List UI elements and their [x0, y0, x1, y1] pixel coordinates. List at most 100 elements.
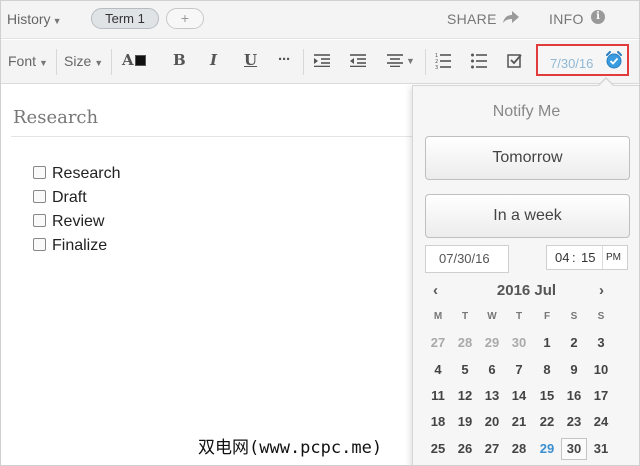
checklist-item-label: Draft — [52, 189, 87, 206]
calendar-day[interactable]: 15 — [534, 385, 560, 407]
calendar-day[interactable]: 23 — [561, 411, 587, 433]
app-window: History ▼ Term 1 + SHARE INFO i Font ▼ Siz… — [0, 0, 640, 466]
weekday-label: S — [597, 311, 605, 322]
calendar-day[interactable]: 13 — [479, 385, 505, 407]
calendar-day[interactable]: 1 — [534, 332, 560, 354]
alarm-clock-icon[interactable] — [605, 51, 623, 69]
calendar-day[interactable]: 3 — [588, 332, 614, 354]
calendar-day[interactable]: 27 — [425, 332, 451, 354]
calendar-day[interactable]: 8 — [534, 359, 560, 381]
calendar-day[interactable]: 9 — [561, 359, 587, 381]
weekday-label: T — [461, 311, 469, 322]
weekday-label: F — [543, 311, 551, 322]
bullet-list-icon[interactable] — [471, 53, 487, 73]
calendar-day[interactable]: 12 — [452, 385, 478, 407]
weekday-label: S — [570, 311, 578, 322]
more-formatting-button[interactable]: ··· — [278, 51, 291, 68]
calendar-day[interactable]: 17 — [588, 385, 614, 407]
checkbox[interactable] — [33, 238, 46, 251]
calendar-day[interactable]: 28 — [506, 438, 532, 460]
calendar-day[interactable]: 28 — [452, 332, 478, 354]
hour-field[interactable]: 04 — [555, 246, 569, 269]
calendar-day[interactable]: 31 — [588, 438, 614, 460]
calendar-day[interactable]: 2 — [561, 332, 587, 354]
font-dropdown[interactable]: Font ▼ — [8, 53, 48, 69]
checkbox[interactable] — [33, 166, 46, 179]
calendar-day[interactable]: 5 — [452, 359, 478, 381]
calendar-day[interactable]: 21 — [506, 411, 532, 433]
checklist-item[interactable]: Finalize — [33, 237, 107, 257]
chevron-down-icon: ▼ — [39, 58, 48, 68]
chevron-down-icon: ▼ — [52, 16, 62, 26]
share-button[interactable]: SHARE — [447, 11, 497, 27]
checkbox-icon[interactable] — [507, 53, 523, 73]
checklist-item-label: Research — [52, 165, 121, 182]
calendar-day[interactable]: 29 — [479, 332, 505, 354]
calendar-day[interactable]: 24 — [588, 411, 614, 433]
weekday-label: T — [515, 311, 523, 322]
checklist-item-label: Review — [52, 213, 105, 230]
checkbox[interactable] — [33, 214, 46, 227]
reminder-date[interactable]: 7/30/16 — [550, 56, 593, 71]
checkbox[interactable] — [33, 190, 46, 203]
notify-title: Notify Me — [492, 103, 561, 120]
history-dropdown[interactable]: History ▼ — [7, 11, 61, 27]
popover-arrow-inner — [598, 79, 614, 87]
watermark: 双电网(www.pcpc.me) — [198, 438, 383, 458]
note-title[interactable]: Research — [13, 107, 98, 128]
time-field[interactable]: 04 : 15 PM — [546, 245, 628, 270]
calendar-day[interactable]: 19 — [452, 411, 478, 433]
toolbar-divider — [425, 49, 426, 75]
tab-term-1[interactable]: Term 1 — [91, 8, 159, 29]
next-month-button[interactable]: › — [599, 282, 604, 299]
ampm-toggle[interactable]: PM — [602, 246, 621, 269]
align-center-icon — [387, 54, 403, 68]
numbered-list-icon[interactable]: 123 — [435, 53, 451, 73]
date-field[interactable]: 07/30/16 — [425, 245, 509, 273]
bold-button[interactable]: B — [173, 51, 186, 69]
checklist-item[interactable]: Draft — [33, 189, 87, 209]
checklist-item-label: Finalize — [52, 237, 108, 254]
size-dropdown[interactable]: Size ▼ — [64, 53, 103, 69]
calendar-day[interactable]: 7 — [506, 359, 532, 381]
calendar-day[interactable]: 4 — [425, 359, 451, 381]
info-icon[interactable]: i — [591, 10, 605, 24]
minute-field[interactable]: 15 — [581, 246, 595, 269]
outdent-icon[interactable] — [350, 54, 366, 71]
in-a-week-button[interactable]: In a week — [425, 194, 630, 238]
calendar-day[interactable]: 6 — [479, 359, 505, 381]
text-color-button[interactable]: A — [122, 51, 146, 69]
calendar-day[interactable]: 18 — [425, 411, 451, 433]
calendar-day[interactable]: 30 — [506, 332, 532, 354]
weekday-label: W — [487, 311, 497, 322]
add-tab-button[interactable]: + — [166, 8, 204, 29]
calendar-title: 2016 Jul — [496, 282, 557, 299]
calendar-day[interactable]: 11 — [425, 385, 451, 407]
toolbar-divider — [303, 49, 304, 75]
share-arrow-icon[interactable] — [503, 11, 519, 28]
checklist-item[interactable]: Research — [33, 165, 120, 185]
checklist-item[interactable]: Review — [33, 213, 104, 233]
calendar-day[interactable]: 14 — [506, 385, 532, 407]
calendar-day[interactable]: 22 — [534, 411, 560, 433]
align-dropdown[interactable]: ▼ — [387, 54, 415, 71]
underline-button[interactable]: U — [244, 51, 257, 69]
font-label: Font — [8, 53, 37, 69]
weekday-label: M — [433, 311, 443, 322]
info-button[interactable]: INFO — [549, 11, 584, 27]
tomorrow-button[interactable]: Tomorrow — [425, 136, 630, 180]
calendar-day[interactable]: 30 — [561, 438, 587, 460]
history-label: History — [7, 11, 51, 27]
calendar-day[interactable]: 25 — [425, 438, 451, 460]
calendar-day[interactable]: 26 — [452, 438, 478, 460]
text-color-label: A — [122, 51, 134, 69]
calendar-day[interactable]: 20 — [479, 411, 505, 433]
italic-button[interactable]: I — [210, 51, 217, 69]
calendar-day[interactable]: 10 — [588, 359, 614, 381]
calendar-day[interactable]: 16 — [561, 385, 587, 407]
calendar-day[interactable]: 29 — [534, 438, 560, 460]
top-bar: History ▼ Term 1 + SHARE INFO i — [1, 1, 639, 39]
calendar-day[interactable]: 27 — [479, 438, 505, 460]
indent-icon[interactable] — [314, 54, 330, 71]
toolbar-divider — [56, 49, 57, 75]
